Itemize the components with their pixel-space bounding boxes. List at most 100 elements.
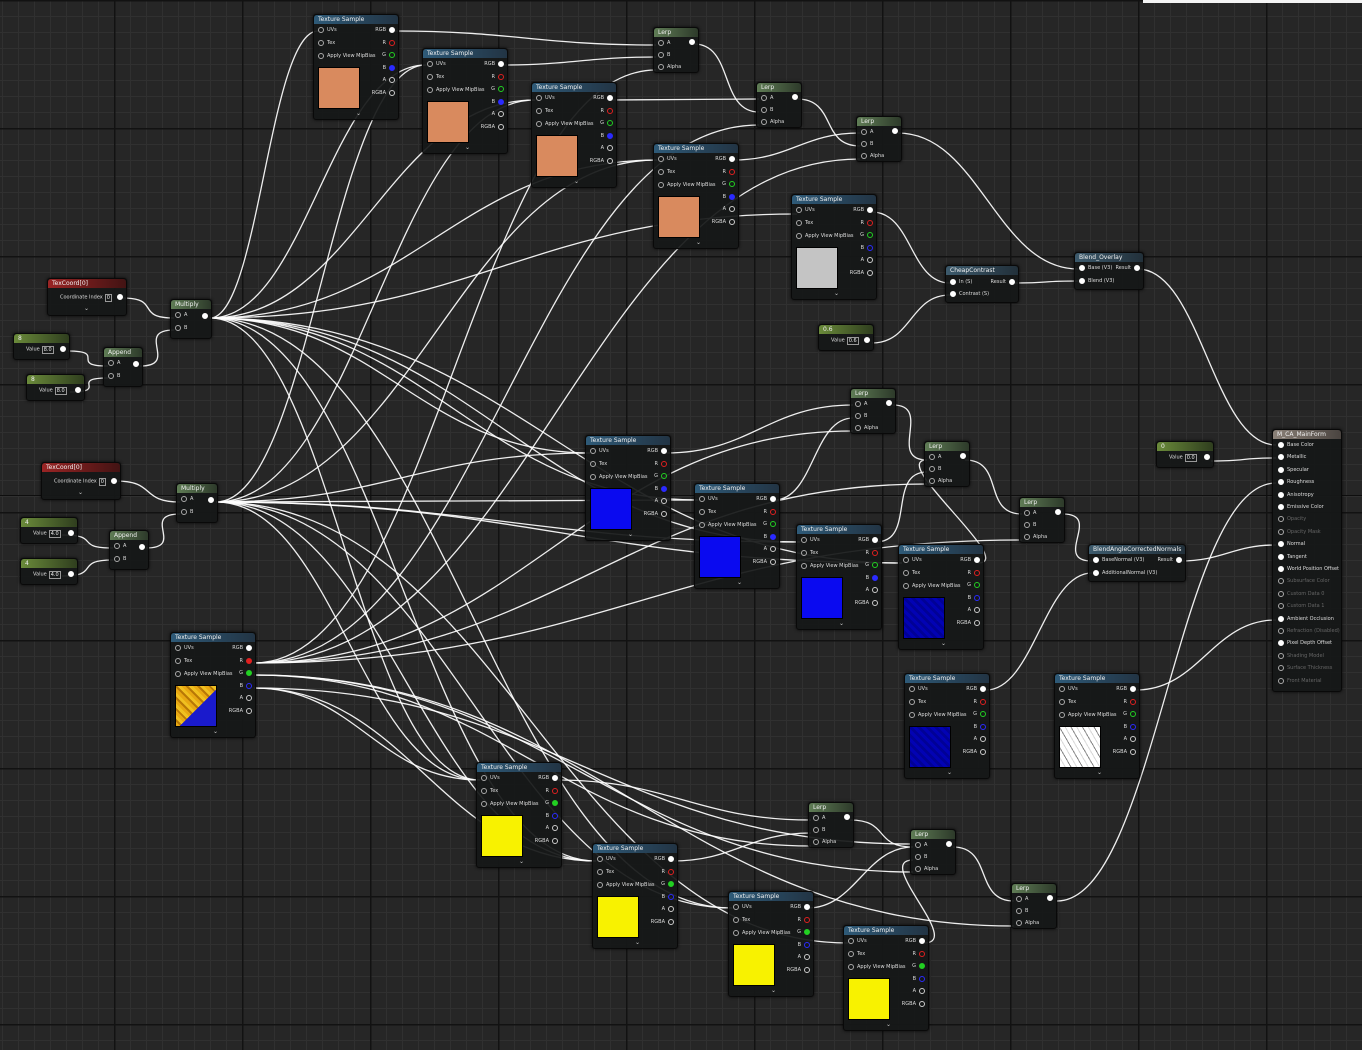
output-b[interactable]: B [913, 976, 925, 983]
lerp-output-pin[interactable] [841, 814, 850, 821]
in-s-pin[interactable]: In (S) [950, 279, 972, 286]
input-pin-icon[interactable] [1278, 504, 1284, 510]
material-input-pin[interactable]: Refraction (Disabled) [1278, 628, 1340, 635]
output-pin-icon[interactable] [208, 497, 214, 503]
value-field[interactable]: 4.0 [48, 571, 61, 579]
input-pin-icon[interactable] [801, 550, 807, 556]
output-a[interactable]: A [913, 988, 925, 995]
connection-wire[interactable] [1179, 544, 1277, 562]
tex-pin[interactable]: Tex [658, 169, 675, 176]
connection-wire[interactable] [732, 132, 861, 161]
output-r[interactable]: R [601, 108, 613, 115]
multiply-output-pin[interactable] [205, 497, 214, 504]
output-rgb[interactable]: RGB [375, 27, 395, 34]
output-pin-icon[interactable] [389, 77, 395, 83]
output-rgba[interactable]: RGBA [963, 749, 986, 756]
output-pin-icon[interactable] [1134, 265, 1140, 271]
texture-sample-node[interactable]: Texture Sample UVs Tex Apply View MipBias RG… [476, 762, 562, 868]
input-pin-icon[interactable] [733, 930, 739, 936]
uvs-pin[interactable]: UVs [909, 686, 928, 693]
output-rgb[interactable]: RGB [905, 938, 925, 945]
tex-pin[interactable]: Tex [175, 658, 192, 665]
multiply-node[interactable]: Multiply A B [170, 299, 212, 339]
constant-output-pin[interactable] [1201, 454, 1210, 461]
output-r[interactable]: R [974, 699, 986, 706]
output-pin-icon[interactable] [867, 207, 873, 213]
output-pin-icon[interactable] [729, 219, 735, 225]
uvs-pin[interactable]: UVs [318, 27, 337, 34]
connection-wire[interactable] [209, 317, 591, 454]
chevron-down-icon[interactable]: ⌄ [213, 728, 218, 735]
output-pin-icon[interactable] [804, 954, 810, 960]
output-pin-icon[interactable] [75, 387, 81, 393]
output-pin-icon[interactable] [804, 904, 810, 910]
tex-pin[interactable]: Tex [1059, 699, 1076, 706]
texcoord-node[interactable]: TexCoord[0] Coordinate Index 0 ⌄ [47, 278, 127, 316]
value-field[interactable]: 0.6 [846, 337, 859, 345]
output-rgba[interactable]: RGBA [229, 708, 252, 715]
output-pin-icon[interactable] [1047, 895, 1053, 901]
coordinate-index-field[interactable]: 0 [98, 478, 106, 486]
output-pin-icon[interactable] [689, 39, 695, 45]
output-pin-icon[interactable] [729, 206, 735, 212]
lerp-node[interactable]: Lerp A B Alpha [756, 82, 802, 128]
input-pin-icon[interactable] [536, 108, 542, 114]
output-pin-icon[interactable] [919, 963, 925, 969]
value-row[interactable]: Value 0.6 [831, 337, 859, 345]
uvs-pin[interactable]: UVs [903, 557, 922, 564]
uvs-pin[interactable]: UVs [536, 95, 555, 102]
output-pin-icon[interactable] [498, 99, 504, 105]
texture-sample-node[interactable]: Texture Sample UVs Tex Apply View MipBias RG… [728, 891, 814, 997]
output-pin-icon[interactable] [1130, 711, 1136, 717]
output-pin-icon[interactable] [1130, 724, 1136, 730]
output-pin-icon[interactable] [552, 788, 558, 794]
output-pin-icon[interactable] [974, 570, 980, 576]
output-pin-icon[interactable] [892, 128, 898, 134]
connection-wire[interactable] [139, 329, 175, 367]
texture-sample-node[interactable]: Texture Sample UVs Tex Apply View MipBias RG… [843, 925, 929, 1031]
tex-pin[interactable]: Tex [796, 220, 813, 227]
input-pin-icon[interactable] [699, 496, 705, 502]
output-rgb[interactable]: RGB [232, 645, 252, 652]
output-pin-icon[interactable] [919, 976, 925, 982]
input-pin-icon[interactable] [796, 220, 802, 226]
lerp-a-pin[interactable]: A [861, 129, 873, 136]
lerp-output-pin[interactable] [789, 94, 798, 101]
lerp-b-pin[interactable]: B [929, 466, 941, 473]
lerp-b-pin[interactable]: B [813, 827, 825, 834]
tex-pin[interactable]: Tex [597, 869, 614, 876]
input-pin-icon[interactable] [929, 454, 935, 460]
input-pin-icon[interactable] [590, 448, 596, 454]
output-a[interactable]: A [383, 77, 395, 84]
output-a[interactable]: A [662, 906, 674, 913]
output-b[interactable]: B [655, 486, 667, 493]
chevron-down-icon[interactable]: ⌄ [78, 489, 83, 496]
chevron-down-icon[interactable]: ⌄ [519, 858, 524, 865]
output-pin-icon[interactable] [389, 65, 395, 71]
output-pin-icon[interactable] [867, 245, 873, 251]
constant-output-pin[interactable] [72, 387, 81, 394]
input-pin-icon[interactable] [427, 87, 433, 93]
connection-wire[interactable] [145, 513, 181, 549]
lerp-output-pin[interactable] [889, 128, 898, 135]
input-pin-icon[interactable] [813, 827, 819, 833]
input-pin-icon[interactable] [929, 466, 935, 472]
contrast-s-pin[interactable]: Contrast (S) [950, 291, 989, 298]
output-pin-icon[interactable] [661, 511, 667, 517]
output-pin-icon[interactable] [246, 645, 252, 651]
output-pin-icon[interactable] [729, 169, 735, 175]
output-b[interactable]: B [492, 99, 504, 106]
output-pin-icon[interactable] [668, 869, 674, 875]
mipbias-pin[interactable]: Apply View MipBias [796, 233, 854, 240]
output-pin-icon[interactable] [872, 587, 878, 593]
output-pin-icon[interactable] [872, 600, 878, 606]
append-b-pin[interactable]: B [114, 556, 126, 563]
connection-wire[interactable] [1137, 268, 1277, 446]
input-pin-icon[interactable] [1079, 265, 1085, 271]
output-pin-icon[interactable] [389, 40, 395, 46]
output-pin-icon[interactable] [960, 453, 966, 459]
output-pin-icon[interactable] [552, 838, 558, 844]
material-input-pin[interactable]: Anisotropy [1278, 491, 1314, 499]
output-a[interactable]: A [723, 206, 735, 213]
material-input-pin[interactable]: Metallic [1278, 454, 1306, 461]
